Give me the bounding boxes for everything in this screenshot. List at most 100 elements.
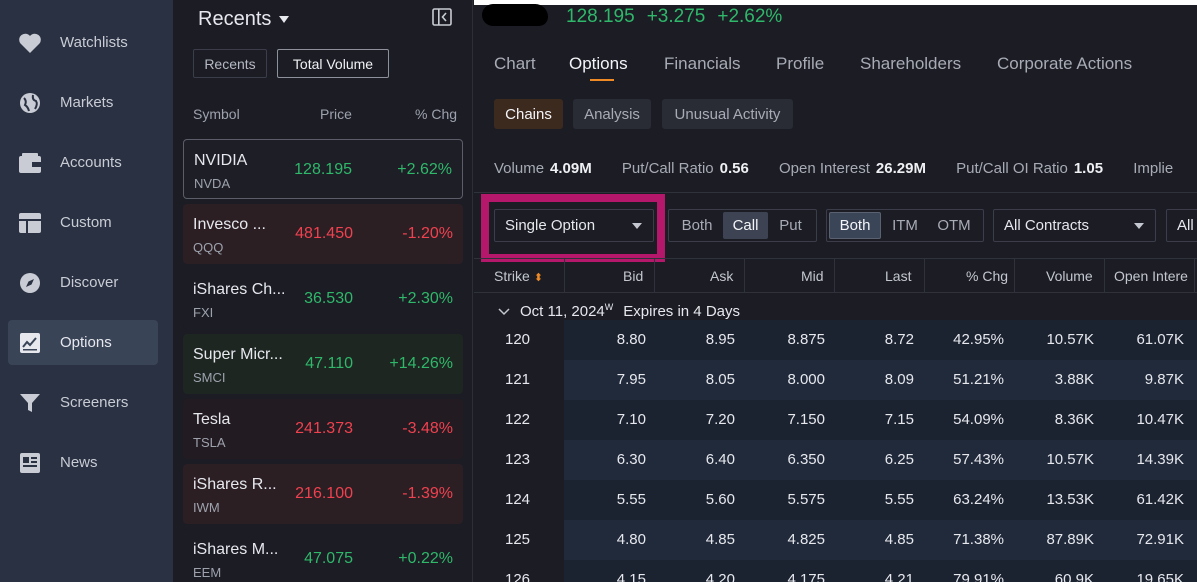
tab-profile[interactable]: Profile <box>776 54 824 74</box>
stock-symbol: EEM <box>193 565 222 580</box>
table-row[interactable]: 120 8.80 8.95 8.875 8.72 42.95% 10.57K 6… <box>474 320 1197 360</box>
cell-ask[interactable]: 8.95 <box>706 331 735 348</box>
stat-oi-value: 26.29M <box>875 160 926 177</box>
table-row[interactable]: 125 4.80 4.85 4.825 4.85 71.38% 87.89K 7… <box>474 520 1197 560</box>
col-header-chg[interactable]: % Chg <box>966 268 1008 284</box>
list-item[interactable]: iShares R... IWM 216.100 -1.39% <box>183 464 463 524</box>
extra-select[interactable]: All <box>1166 209 1197 242</box>
list-item[interactable]: NVIDIA NVDA 128.195 +2.62% <box>183 139 463 199</box>
moneyness-itm-button[interactable]: ITM <box>881 212 929 239</box>
cell-ask[interactable]: 8.05 <box>706 371 735 388</box>
sidebar-item-discover[interactable]: Discover <box>8 260 158 305</box>
tab-corporate-actions[interactable]: Corporate Actions <box>997 54 1132 74</box>
moneyness-otm-button[interactable]: OTM <box>929 212 979 239</box>
side-toggle[interactable]: Both Call Put <box>668 209 817 242</box>
table-row[interactable]: 123 6.30 6.40 6.350 6.25 57.43% 10.57K 1… <box>474 440 1197 480</box>
quote-price: 128.195 <box>566 6 635 27</box>
stock-name: NVIDIA <box>194 152 248 169</box>
cell-last: 8.72 <box>884 331 914 348</box>
list-item[interactable]: Invesco ... QQQ 481.450 -1.20% <box>183 204 463 264</box>
cell-bid[interactable]: 6.30 <box>617 451 646 468</box>
cell-bid[interactable]: 4.15 <box>617 571 646 582</box>
col-header-volume[interactable]: Volume <box>1046 268 1093 284</box>
cell-bid[interactable]: 7.10 <box>617 411 646 428</box>
col-header-ask[interactable]: Ask <box>710 268 733 284</box>
cell-ask[interactable]: 5.60 <box>706 491 735 508</box>
moneyness-toggle[interactable]: Both ITM OTM <box>826 209 984 242</box>
subtab-unusual-activity[interactable]: Unusual Activity <box>662 99 793 129</box>
stock-name: iShares Ch... <box>193 281 286 298</box>
sidebar-item-options[interactable]: Options <box>8 320 158 365</box>
moneyness-both-button[interactable]: Both <box>829 212 881 239</box>
cell-bid[interactable]: 8.80 <box>617 331 646 348</box>
cell-volume: 3.88K <box>1054 371 1094 388</box>
table-row[interactable]: 121 7.95 8.05 8.000 8.09 51.21% 3.88K 9.… <box>474 360 1197 400</box>
stock-change: -3.48% <box>402 420 453 437</box>
sidebar-item-screeners[interactable]: Screeners <box>8 380 158 425</box>
recents-title: Recents <box>198 8 272 30</box>
cell-last: 4.85 <box>884 531 914 548</box>
cell-ask[interactable]: 4.85 <box>706 531 735 548</box>
col-header-last[interactable]: Last <box>885 268 911 284</box>
stock-name: Invesco ... <box>193 216 266 233</box>
sidebar-item-label: News <box>60 454 98 471</box>
side-put-button[interactable]: Put <box>768 212 813 239</box>
seg-recents-button[interactable]: Recents <box>193 49 267 78</box>
list-item[interactable]: Tesla TSLA 241.373 -3.48% <box>183 399 463 459</box>
cell-open-interest: 19.65K <box>1136 571 1184 582</box>
collapse-panel-icon[interactable] <box>432 8 452 26</box>
stock-name: iShares M... <box>193 541 279 558</box>
sidebar-item-label: Discover <box>60 274 119 291</box>
col-header-chg[interactable]: % Chg <box>415 106 457 122</box>
column-separator <box>1014 258 1015 292</box>
cell-chg: 63.24% <box>953 491 1004 508</box>
expiry-group-header[interactable]: Oct 11, 2024W Expires in 4 Days <box>498 302 740 320</box>
side-both-button[interactable]: Both <box>671 212 723 239</box>
cell-bid[interactable]: 4.80 <box>617 531 646 548</box>
table-row[interactable]: 126 4.15 4.20 4.175 4.21 79.91% 60.9K 19… <box>474 560 1197 582</box>
subtab-analysis[interactable]: Analysis <box>573 99 651 129</box>
sidebar-item-accounts[interactable]: Accounts <box>8 140 158 185</box>
stock-symbol: IWM <box>193 500 220 515</box>
table-row[interactable]: 122 7.10 7.20 7.150 7.15 54.09% 8.36K 10… <box>474 400 1197 440</box>
seg-total-volume-button[interactable]: Total Volume <box>277 49 389 78</box>
recents-dropdown[interactable]: Recents <box>198 8 290 31</box>
column-separator <box>834 258 835 292</box>
col-header-symbol[interactable]: Symbol <box>193 106 240 122</box>
sidebar-item-news[interactable]: News <box>8 440 158 485</box>
side-call-button[interactable]: Call <box>723 212 768 239</box>
cell-bid[interactable]: 7.95 <box>617 371 646 388</box>
cell-bid[interactable]: 5.55 <box>617 491 646 508</box>
contracts-select[interactable]: All Contracts <box>993 209 1156 242</box>
col-header-bid[interactable]: Bid <box>623 268 643 284</box>
stat-volume-value: 4.09M <box>550 160 592 177</box>
tab-shareholders[interactable]: Shareholders <box>860 54 961 74</box>
sidebar-item-label: Markets <box>60 94 114 111</box>
table-row[interactable]: 124 5.55 5.60 5.575 5.55 63.24% 13.53K 6… <box>474 480 1197 520</box>
sidebar-item-custom[interactable]: Custom <box>8 200 158 245</box>
cell-chg: 54.09% <box>953 411 1004 428</box>
cell-mid: 7.150 <box>787 411 825 428</box>
cell-ask[interactable]: 4.20 <box>706 571 735 582</box>
stock-price: 216.100 <box>295 485 353 502</box>
sidebar-item-markets[interactable]: Markets <box>8 80 158 125</box>
tab-chart[interactable]: Chart <box>494 54 536 74</box>
col-header-mid[interactable]: Mid <box>801 268 824 284</box>
cell-mid: 8.000 <box>787 371 825 388</box>
sidebar-item-watchlists[interactable]: Watchlists <box>8 20 158 65</box>
list-item[interactable]: Super Micr... SMCI 47.110 +14.26% <box>183 334 463 394</box>
cell-ask[interactable]: 7.20 <box>706 411 735 428</box>
col-header-open-interest[interactable]: Open Intere <box>1114 268 1188 284</box>
col-header-strike[interactable]: Strike ⬍ <box>494 268 543 284</box>
list-item[interactable]: iShares M... EEM 47.075 +0.22% <box>183 529 463 582</box>
cell-ask[interactable]: 6.40 <box>706 451 735 468</box>
subtab-chains[interactable]: Chains <box>494 99 563 129</box>
sidebar-item-label: Custom <box>60 214 112 231</box>
stock-price: 36.530 <box>304 290 353 307</box>
col-header-price[interactable]: Price <box>320 106 352 122</box>
main-panel: 128.195 +3.275 +2.62% Chart Options Fina… <box>474 0 1197 582</box>
stock-name: Tesla <box>193 411 231 428</box>
tab-options[interactable]: Options <box>569 54 628 74</box>
list-item[interactable]: iShares Ch... FXI 36.530 +2.30% <box>183 269 463 329</box>
tab-financials[interactable]: Financials <box>664 54 741 74</box>
